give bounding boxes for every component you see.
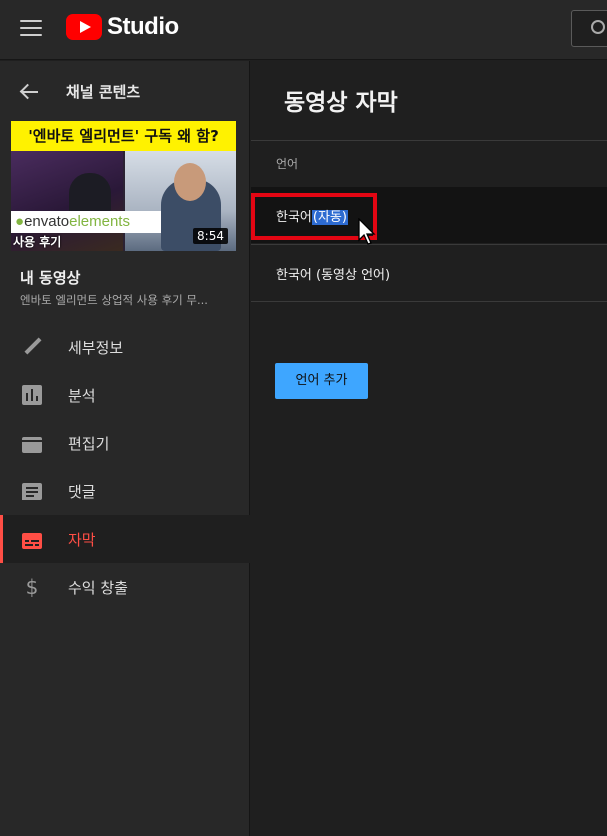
- back-arrow-icon: [20, 82, 40, 102]
- video-description: 엔바토 엘리먼트 상업적 사용 후기 무...: [20, 293, 208, 307]
- sidebar: 채널 콘텐츠 '엔바토 엘리먼트' 구독 왜 함? ●envatoelement…: [0, 61, 250, 836]
- divider: [251, 301, 607, 302]
- back-label: 채널 콘텐츠: [66, 83, 141, 101]
- thumbnail-face: [174, 163, 206, 201]
- top-bar: Studio: [0, 0, 607, 60]
- sidebar-item-analytics[interactable]: 분석: [0, 371, 250, 419]
- video-duration-badge: 8:54: [193, 228, 228, 244]
- sidebar-item-subtitles[interactable]: 자막: [0, 515, 250, 563]
- sidebar-item-comments[interactable]: 댓글: [0, 467, 250, 515]
- search-icon: [591, 20, 605, 34]
- sidebar-item-label: 수익 창출: [68, 578, 128, 597]
- sidebar-nav: 세부정보 분석 편집기 댓글 자막 $ 수익 창출: [0, 323, 250, 611]
- back-to-channel-content[interactable]: 채널 콘텐츠: [20, 81, 140, 102]
- add-language-button[interactable]: 언어 추가: [275, 363, 368, 399]
- language-row-video-language[interactable]: 한국어 (동영상 언어): [276, 264, 390, 283]
- divider: [251, 244, 607, 245]
- sidebar-item-details[interactable]: 세부정보: [0, 323, 250, 371]
- logo-text: Studio: [107, 13, 179, 40]
- hamburger-menu-icon[interactable]: [20, 20, 42, 38]
- clapperboard-icon: [22, 437, 42, 453]
- brand-bullet: ●: [15, 213, 25, 230]
- analytics-icon: [22, 385, 42, 405]
- sidebar-item-label: 세부정보: [68, 338, 124, 357]
- page-title: 동영상 자막: [284, 90, 398, 116]
- subtitles-icon: [22, 533, 42, 549]
- thumbnail-title: '엔바토 엘리먼트' 구독 왜 함?: [11, 121, 236, 151]
- brand-text: envato: [24, 213, 70, 230]
- brand-text-2: elements: [69, 213, 130, 230]
- mouse-cursor-icon: [358, 218, 376, 245]
- envato-brand-strip: ●envatoelements: [11, 211, 161, 233]
- pencil-icon: [22, 337, 42, 357]
- sidebar-item-label: 댓글: [68, 482, 96, 501]
- video-section-title: 내 동영상: [20, 269, 81, 287]
- dollar-icon: $: [25, 575, 39, 599]
- sidebar-item-editor[interactable]: 편집기: [0, 419, 250, 467]
- language-column-header: 언어: [276, 157, 299, 171]
- sidebar-item-label: 자막: [68, 530, 96, 549]
- main-content: 동영상 자막 언어 한국어(자동) 한국어 (동영상 언어) 언어 추가: [251, 61, 607, 836]
- comment-icon: [22, 482, 42, 500]
- sidebar-item-label: 편집기: [68, 434, 110, 453]
- video-thumbnail[interactable]: '엔바토 엘리먼트' 구독 왜 함? ●envatoelements 사용 후기…: [11, 121, 236, 251]
- youtube-play-icon: [66, 14, 102, 40]
- search-input[interactable]: [571, 10, 607, 47]
- sidebar-item-monetization[interactable]: $ 수익 창출: [0, 563, 250, 611]
- thumbnail-review-tag: 사용 후기: [13, 235, 62, 249]
- divider: [251, 140, 607, 141]
- youtube-studio-logo[interactable]: Studio: [66, 13, 179, 41]
- sidebar-item-label: 분석: [68, 386, 96, 405]
